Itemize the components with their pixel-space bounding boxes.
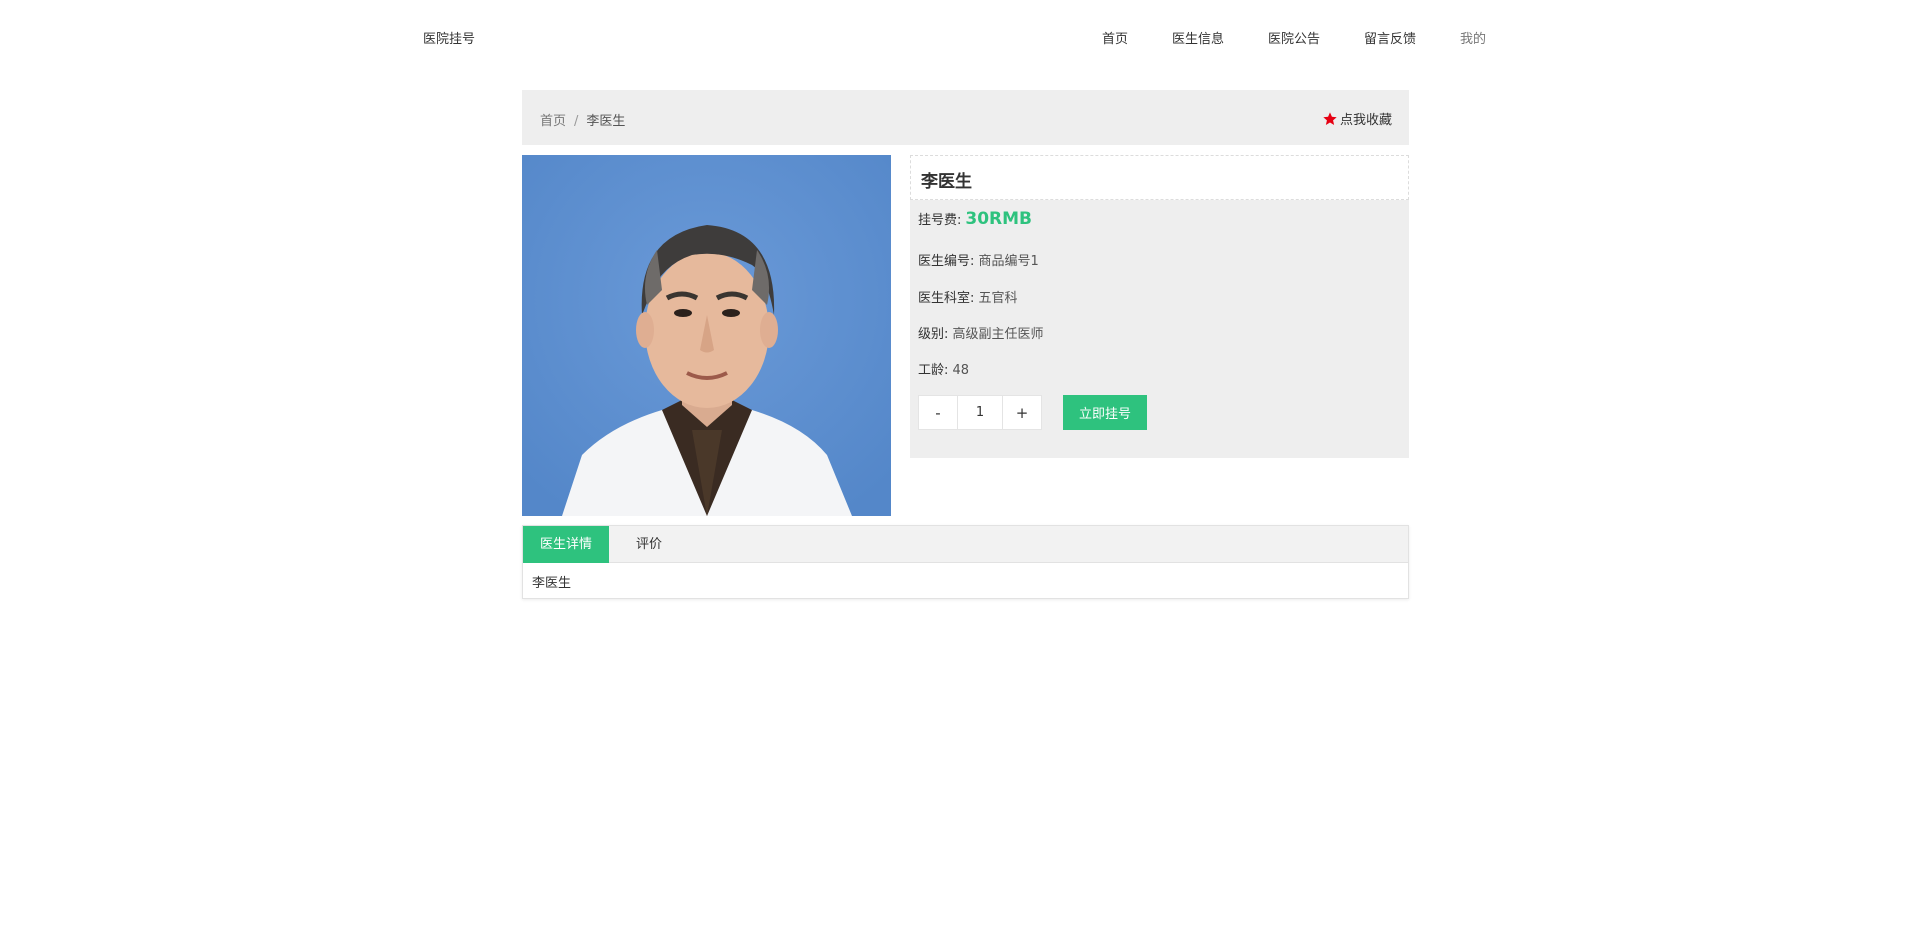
level-row: 级别: 高级副主任医师 xyxy=(918,323,1044,342)
tab-bar: 医生详情 评价 xyxy=(523,526,1408,563)
nav-item-mine[interactable]: 我的 xyxy=(1460,28,1486,47)
breadcrumb-home-link[interactable]: 首页 xyxy=(540,114,566,129)
star-icon xyxy=(1323,111,1337,125)
breadcrumb-bar: 首页 / 李医生 点我收藏 xyxy=(522,90,1409,145)
doctor-info-panel: 李医生 挂号费: 30RMB 医生编号: 商品编号1 医生科室: 五官科 级别:… xyxy=(910,155,1409,458)
tab-doctor-detail[interactable]: 医生详情 xyxy=(523,526,610,563)
fee-value: 30RMB xyxy=(965,209,1033,229)
nav-item-home[interactable]: 首页 xyxy=(1102,28,1128,47)
nav-item-hospital-notice[interactable]: 医院公告 xyxy=(1268,28,1320,47)
tab-review[interactable]: 评价 xyxy=(619,526,679,563)
level-label: 级别: xyxy=(918,327,949,342)
favorite-label: 点我收藏 xyxy=(1339,113,1392,128)
site-header: 医院挂号 首页 医生信息 医院公告 留言反馈 我的 xyxy=(0,0,1920,72)
doctor-name: 李医生 xyxy=(910,155,1409,200)
detail-tabs: 医生详情 评价 李医生 xyxy=(522,525,1409,599)
code-value: 商品编号1 xyxy=(978,254,1039,269)
code-row: 医生编号: 商品编号1 xyxy=(918,250,1039,269)
doctor-portrait-image xyxy=(522,155,891,516)
department-label: 医生科室: xyxy=(918,291,975,306)
favorite-button[interactable]: 点我收藏 xyxy=(1322,109,1392,128)
book-now-button[interactable]: 立即挂号 xyxy=(1063,395,1147,430)
nav-item-feedback[interactable]: 留言反馈 xyxy=(1364,28,1416,47)
department-row: 医生科室: 五官科 xyxy=(918,287,1018,306)
fee-label: 挂号费: xyxy=(918,213,962,228)
breadcrumb: 首页 / 李医生 xyxy=(540,110,625,129)
code-label: 医生编号: xyxy=(918,254,975,269)
seniority-value: 48 xyxy=(952,363,970,378)
department-value: 五官科 xyxy=(978,291,1018,306)
level-value: 高级副主任医师 xyxy=(952,327,1044,342)
doctor-photo xyxy=(522,155,891,516)
quantity-stepper: - + xyxy=(918,395,1042,430)
breadcrumb-current: 李医生 xyxy=(586,114,626,129)
increment-button[interactable]: + xyxy=(1002,395,1042,430)
seniority-row: 工龄: 48 xyxy=(918,359,969,378)
quantity-input[interactable] xyxy=(958,395,1002,430)
nav-item-doctor-info[interactable]: 医生信息 xyxy=(1172,28,1224,47)
breadcrumb-separator: / xyxy=(574,114,579,129)
fee-row: 挂号费: 30RMB xyxy=(918,209,1032,229)
decrement-button[interactable]: - xyxy=(918,395,958,430)
main-nav: 首页 医生信息 医院公告 留言反馈 我的 xyxy=(0,28,1920,48)
seniority-label: 工龄: xyxy=(918,363,949,378)
tab-content: 李医生 xyxy=(532,576,572,591)
